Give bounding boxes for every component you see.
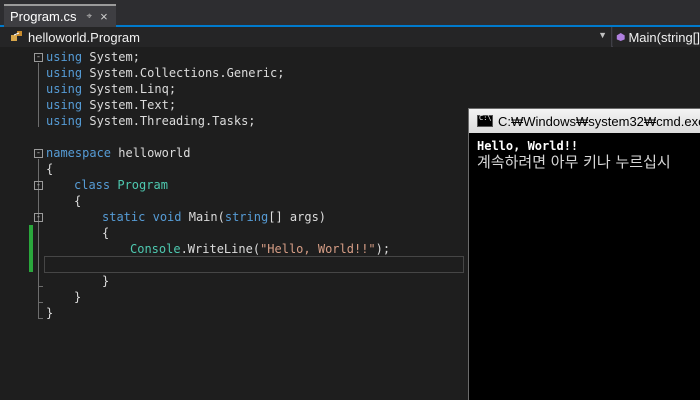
collapse-icon[interactable]: - <box>34 149 43 158</box>
code-line: using System.Linq; <box>46 82 177 96</box>
outline-end <box>38 302 43 303</box>
code-line: { <box>102 226 110 240</box>
console-title: C:₩Windows₩system32₩cmd.exe <box>498 113 700 129</box>
outline-end <box>38 318 43 319</box>
console-output-line: Hello, World!! <box>477 139 579 153</box>
change-indicator <box>29 225 33 272</box>
code-line: { <box>46 162 54 176</box>
navigation-bar: helloworld.Program ▼ Main(string[] <box>0 27 700 47</box>
current-line-highlight <box>44 256 464 273</box>
collapse-icon[interactable]: - <box>34 181 43 190</box>
type-dropdown[interactable]: helloworld.Program ▼ <box>0 27 612 47</box>
member-dropdown-label: Main(string[] <box>628 29 700 45</box>
console-output-line: 계속하려면 아무 키나 누르십시 <box>477 153 671 171</box>
code-line: using System; <box>46 50 140 64</box>
collapse-icon[interactable]: - <box>34 53 43 62</box>
chevron-down-icon[interactable]: ▼ <box>598 30 607 40</box>
code-line: namespace helloworld <box>46 146 191 160</box>
tab-program-cs[interactable]: Program.cs ⌖ × <box>4 4 116 27</box>
console-icon: C:\ <box>477 114 493 127</box>
code-line: } <box>74 290 82 304</box>
method-icon <box>616 33 625 41</box>
code-line: static void Main(string[] args) <box>102 210 327 224</box>
code-line: Console.WriteLine("Hello, World!!"); <box>130 242 391 256</box>
close-icon[interactable]: × <box>100 9 108 24</box>
document-tab-strip: Program.cs ⌖ × <box>0 0 700 27</box>
code-line: using System.Text; <box>46 98 177 112</box>
collapse-icon[interactable]: - <box>34 213 43 222</box>
console-title-bar[interactable]: C:\ C:₩Windows₩system32₩cmd.exe <box>469 109 700 133</box>
class-icon <box>11 31 22 41</box>
tab-title: Program.cs <box>10 9 77 24</box>
code-line: } <box>102 274 110 288</box>
outline-line <box>38 63 39 127</box>
code-line: { <box>74 194 82 208</box>
type-dropdown-label: helloworld.Program <box>28 29 140 45</box>
code-line: } <box>46 306 54 320</box>
code-line: using System.Threading.Tasks; <box>46 114 256 128</box>
console-window[interactable]: C:\ C:₩Windows₩system32₩cmd.exe Hello, W… <box>468 108 700 400</box>
code-line: using System.Collections.Generic; <box>46 66 285 80</box>
outline-end <box>38 286 43 287</box>
code-line: class Program <box>74 178 168 192</box>
console-output: Hello, World!! 계속하려면 아무 키나 누르십시 <box>477 139 671 171</box>
pin-icon[interactable]: ⌖ <box>86 11 92 22</box>
member-dropdown[interactable]: Main(string[] <box>613 27 700 47</box>
